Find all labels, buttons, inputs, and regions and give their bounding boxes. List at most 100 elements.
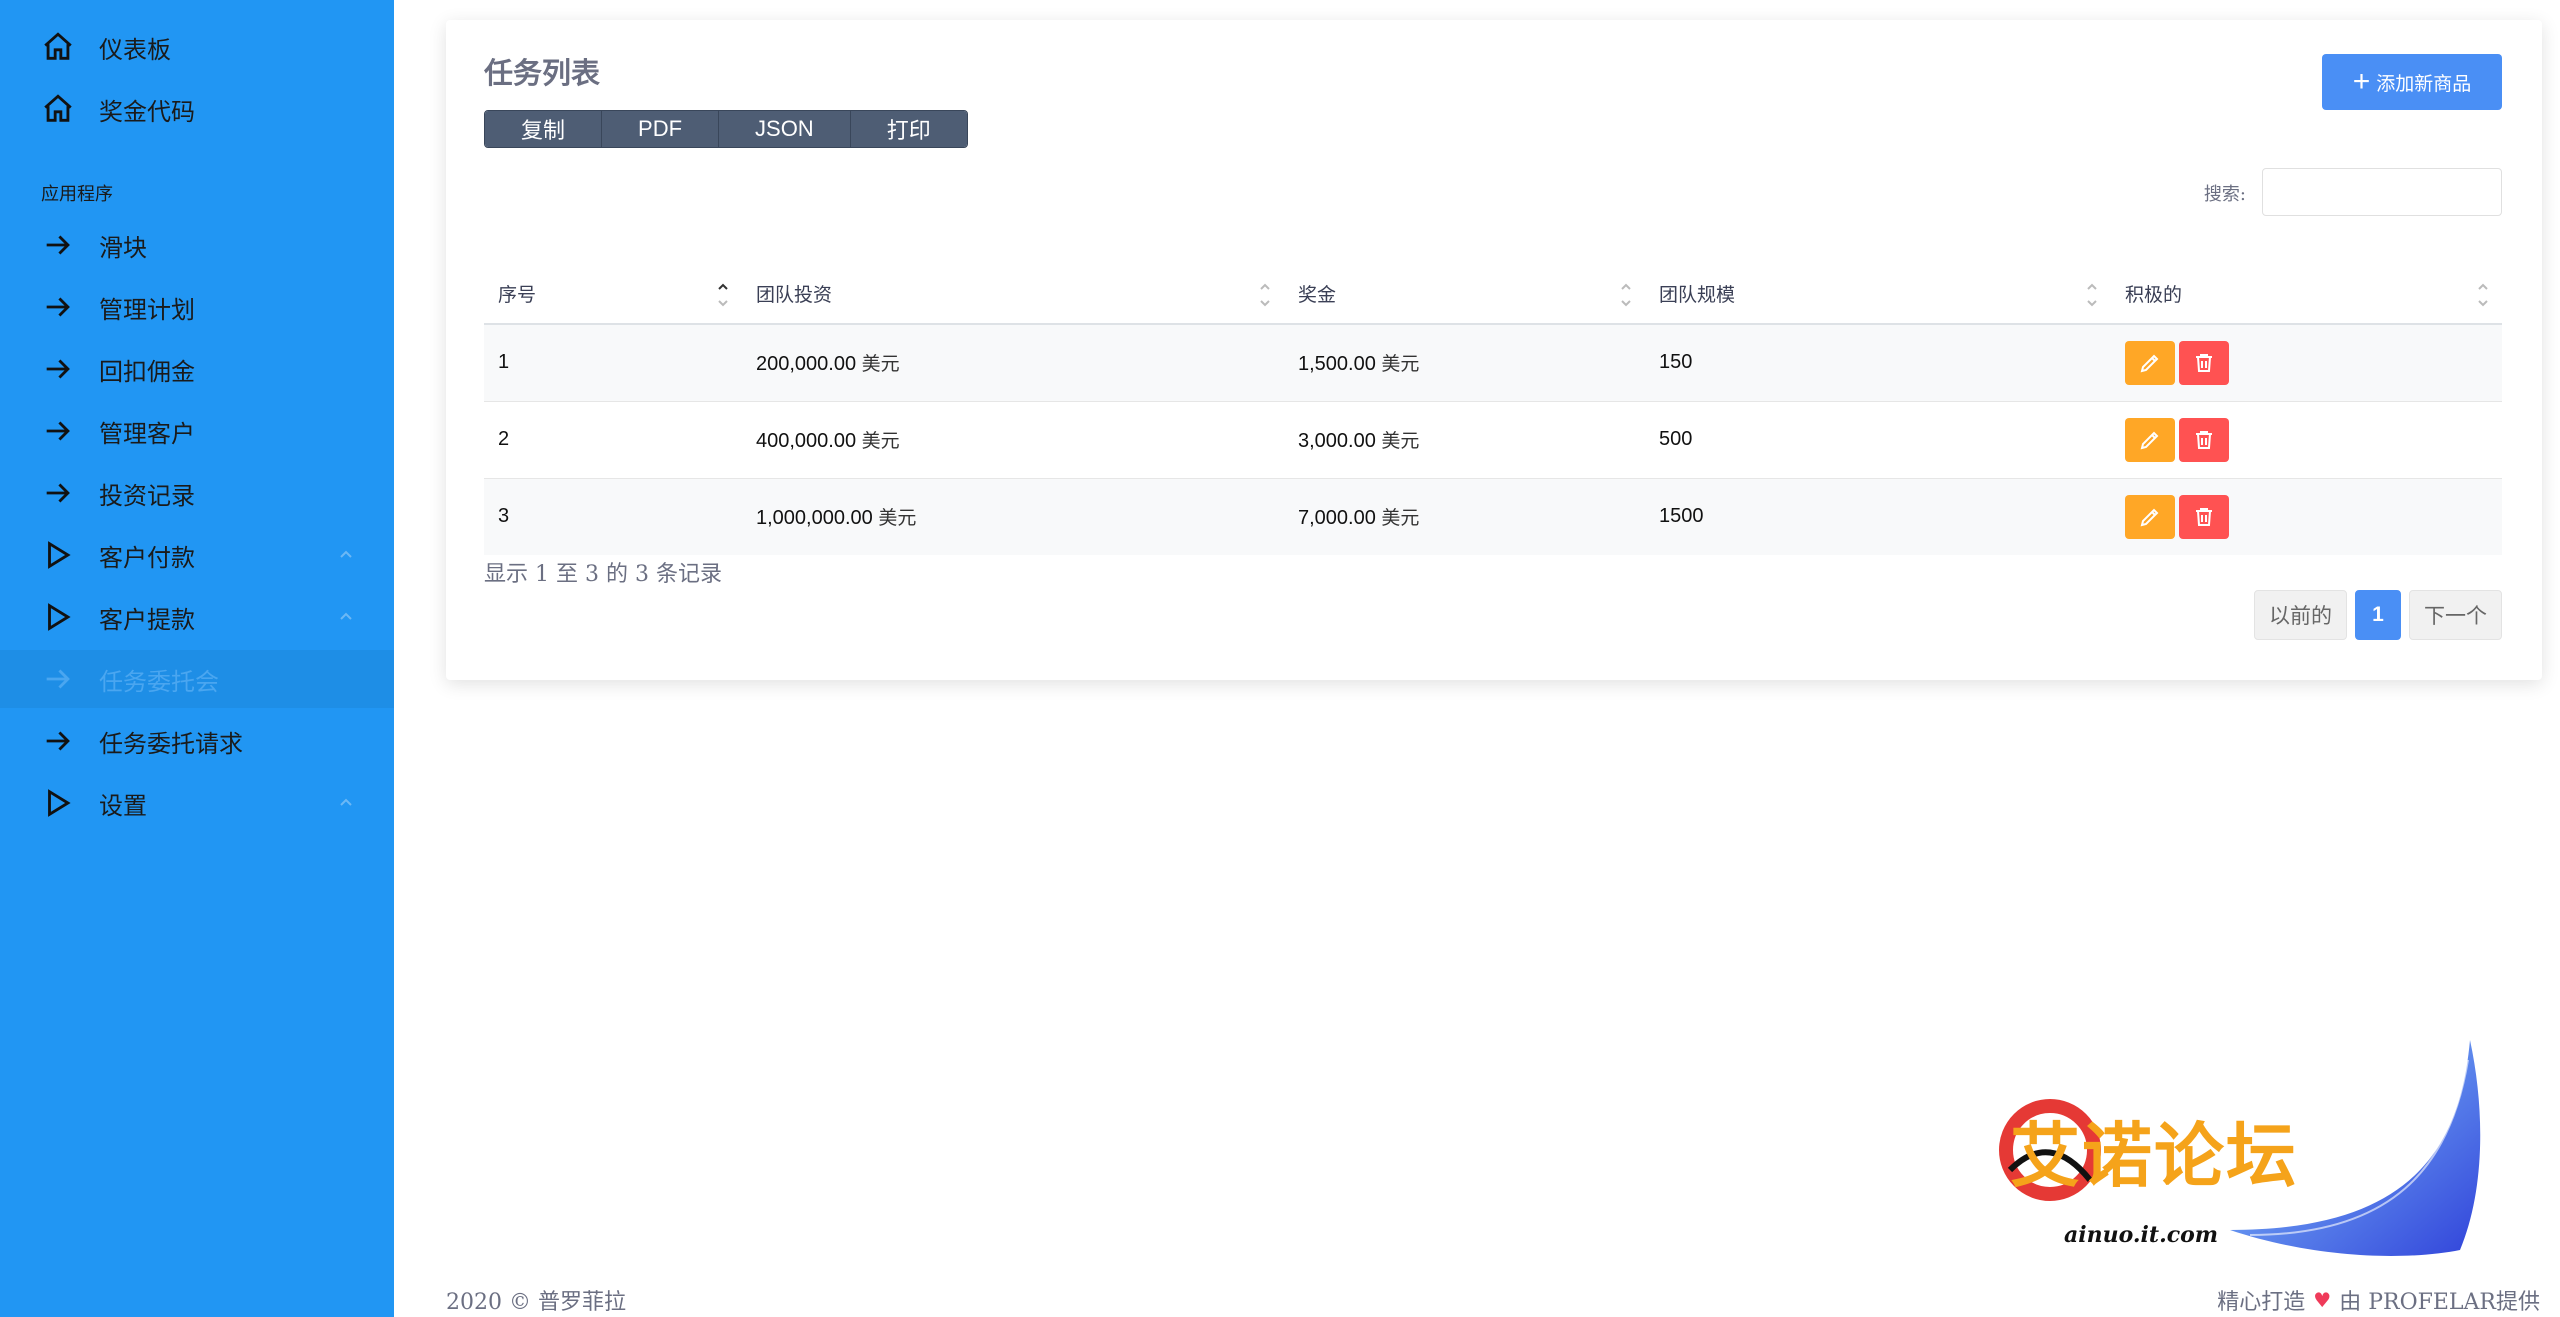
play-icon	[38, 597, 78, 637]
arrow-right-icon	[38, 225, 78, 265]
previous-page-button[interactable]: 以前的	[2254, 590, 2347, 640]
trash-icon	[2196, 430, 2212, 449]
delete-button[interactable]	[2179, 340, 2229, 385]
arrow-right-icon	[38, 473, 78, 513]
cell-actions	[2111, 324, 2502, 402]
table-row: 3 1,000,000.00 美元 7,000.00 美元 1500	[484, 478, 2502, 555]
amount-value: 200,000.00	[756, 353, 857, 376]
sidebar-item-rebate-commission[interactable]: 回扣佣金	[0, 340, 394, 398]
next-page-button[interactable]: 下一个	[2409, 590, 2502, 640]
edit-button[interactable]	[2125, 340, 2175, 385]
sidebar-item-label: 投资记录	[99, 481, 195, 510]
table-row: 2 400,000.00 美元 3,000.00 美元 500	[484, 401, 2502, 479]
edit-button[interactable]	[2125, 494, 2175, 539]
sidebar-item-label: 滑块	[99, 233, 147, 262]
play-icon	[38, 535, 78, 575]
add-new-item-button[interactable]: + 添加新商品	[2322, 54, 2502, 110]
pencil-icon	[2140, 431, 2159, 449]
sidebar-item-label: 任务委托请求	[99, 729, 243, 758]
pencil-icon	[2140, 508, 2159, 527]
sidebar-item-investment-records[interactable]: 投资记录	[0, 464, 394, 522]
cell-id: 3	[484, 478, 742, 555]
search-label: 搜索:	[2203, 184, 2246, 205]
trash-icon	[2196, 353, 2212, 372]
cell-bonus: 7,000.00 美元	[1284, 478, 1645, 555]
column-header-id[interactable]: 序号	[484, 264, 742, 325]
sidebar-item-label: 设置	[99, 791, 147, 820]
sidebar-item-label: 奖金代码	[99, 97, 195, 126]
amount-value: 1,000,000.00	[756, 507, 873, 530]
search-input[interactable]	[2262, 168, 2502, 216]
currency-unit: 美元	[861, 430, 900, 452]
table-info: 显示 1 至 3 的 3 条记录	[484, 562, 722, 587]
sort-icon	[2478, 283, 2488, 307]
sidebar-item-dashboard[interactable]: 仪表板	[0, 18, 394, 76]
card-title: 任务列表	[484, 56, 601, 90]
sidebar-item-customer-payments[interactable]: 客户付款	[0, 526, 394, 584]
delete-button[interactable]	[2179, 417, 2229, 462]
cell-investment: 400,000.00 美元	[742, 401, 1284, 479]
amount-value: 3,000.00	[1298, 430, 1376, 452]
sidebar-item-settings[interactable]: 设置	[0, 774, 394, 832]
print-button[interactable]: 打印	[850, 111, 967, 147]
heart-icon: ♥	[2313, 1288, 2332, 1312]
sidebar-item-label: 任务委托会	[99, 667, 219, 696]
page-1-button[interactable]: 1	[2355, 590, 2401, 640]
play-icon	[38, 783, 78, 823]
sidebar-section-label: 应用程序	[41, 184, 113, 205]
sidebar-item-label: 管理客户	[99, 419, 195, 448]
footer-made-with: 精心打造	[2217, 1290, 2306, 1315]
sidebar-item-label: 客户付款	[99, 543, 195, 572]
column-header-team-investment[interactable]: 团队投资	[742, 264, 1284, 325]
cell-team-size: 1500	[1645, 478, 2111, 555]
sort-icon	[2087, 283, 2097, 307]
currency-unit: 美元	[861, 353, 900, 376]
delete-button[interactable]	[2179, 494, 2229, 539]
column-header-bonus[interactable]: 奖金	[1284, 264, 1645, 325]
sort-icon	[1621, 283, 1631, 307]
column-header-team-size[interactable]: 团队规模	[1645, 264, 2111, 325]
copy-button[interactable]: 复制	[485, 111, 603, 147]
edit-button[interactable]	[2125, 417, 2175, 462]
pdf-button[interactable]: PDF	[602, 111, 720, 147]
cell-team-size: 500	[1645, 401, 2111, 479]
table-header-row: 序号 团队投资 奖金 团队规模 积极的	[484, 264, 2502, 325]
sidebar-item-task-commission[interactable]: 任务委托会	[0, 650, 394, 708]
column-header-actions[interactable]: 积极的	[2111, 264, 2502, 325]
cell-actions	[2111, 401, 2502, 479]
sidebar-item-customer-withdrawals[interactable]: 客户提款	[0, 588, 394, 646]
sort-icon	[1260, 283, 1270, 307]
sidebar-item-task-requests[interactable]: 任务委托请求	[0, 712, 394, 770]
cell-investment: 1,000,000.00 美元	[742, 478, 1284, 555]
footer-by: 由 PROFELAR提供	[2339, 1290, 2540, 1315]
export-button-group: 复制 PDF JSON 打印	[484, 110, 968, 148]
arrow-right-icon	[38, 721, 78, 761]
pagination: 以前的 1 下一个	[2254, 590, 2502, 640]
amount-value: 1,500.00	[1298, 353, 1376, 376]
column-header-label: 奖金	[1298, 284, 1337, 306]
sidebar-item-slider[interactable]: 滑块	[0, 216, 394, 274]
sidebar-item-bonus-code[interactable]: 奖金代码	[0, 80, 394, 138]
home-icon	[38, 89, 78, 129]
cell-bonus: 3,000.00 美元	[1284, 401, 1645, 479]
plus-icon: +	[2352, 65, 2371, 98]
sort-asc-icon	[718, 283, 728, 307]
cell-investment: 200,000.00 美元	[742, 324, 1284, 402]
footer-copyright: 2020 © 普罗菲拉	[446, 1290, 626, 1315]
column-header-label: 团队投资	[756, 284, 833, 306]
column-header-label: 积极的	[2125, 284, 2183, 306]
sidebar-item-manage-customers[interactable]: 管理客户	[0, 402, 394, 460]
home-icon	[38, 27, 78, 67]
currency-unit: 美元	[1381, 507, 1420, 530]
arrow-right-icon	[38, 349, 78, 389]
watermark-url: ainuo.it.com	[2064, 1222, 2219, 1248]
chevron-up-icon	[340, 550, 352, 558]
currency-unit: 美元	[1381, 353, 1420, 376]
trash-icon	[2196, 507, 2212, 526]
cell-id: 2	[484, 401, 742, 479]
json-button[interactable]: JSON	[719, 111, 851, 147]
task-list-card: 任务列表 复制 PDF JSON 打印 + 添加新商品 搜索: 序号 团队投资 …	[446, 20, 2542, 680]
cell-id: 1	[484, 324, 742, 402]
sidebar-item-manage-plans[interactable]: 管理计划	[0, 278, 394, 336]
arrow-right-icon	[38, 659, 78, 699]
